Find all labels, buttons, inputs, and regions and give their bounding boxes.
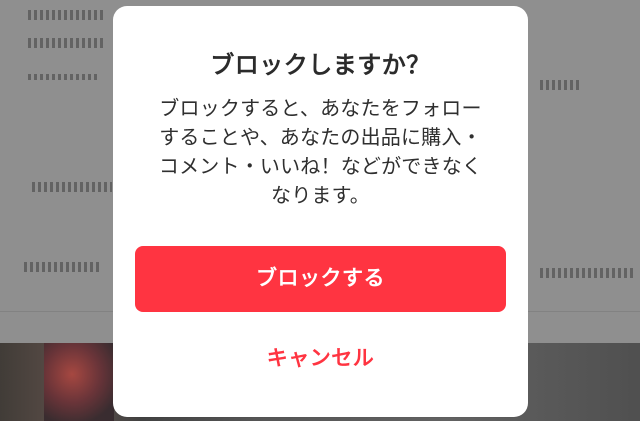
dialog-message-line: なります。	[271, 183, 370, 207]
dialog-title: ブロックしますか？	[210, 51, 431, 79]
dialog-message: ブロックすると、あなたをフォロー することや、あなたの出品に購入・ コメント・い…	[141, 94, 500, 210]
cancel-label: キャンセル	[266, 347, 375, 370]
dialog-message-line: コメント・いいね！などができなく	[158, 154, 483, 178]
block-confirm-label: ブロックする	[256, 267, 385, 290]
block-confirm-button[interactable]: ブロックする	[135, 246, 506, 312]
dialog-message-line: ブロックすると、あなたをフォロー	[159, 96, 482, 120]
cancel-button[interactable]: キャンセル	[135, 332, 506, 382]
block-confirm-dialog: ブロックしますか？ ブロックすると、あなたをフォロー することや、あなたの出品に…	[113, 6, 528, 417]
dialog-message-line: することや、あなたの出品に購入・	[159, 125, 482, 149]
